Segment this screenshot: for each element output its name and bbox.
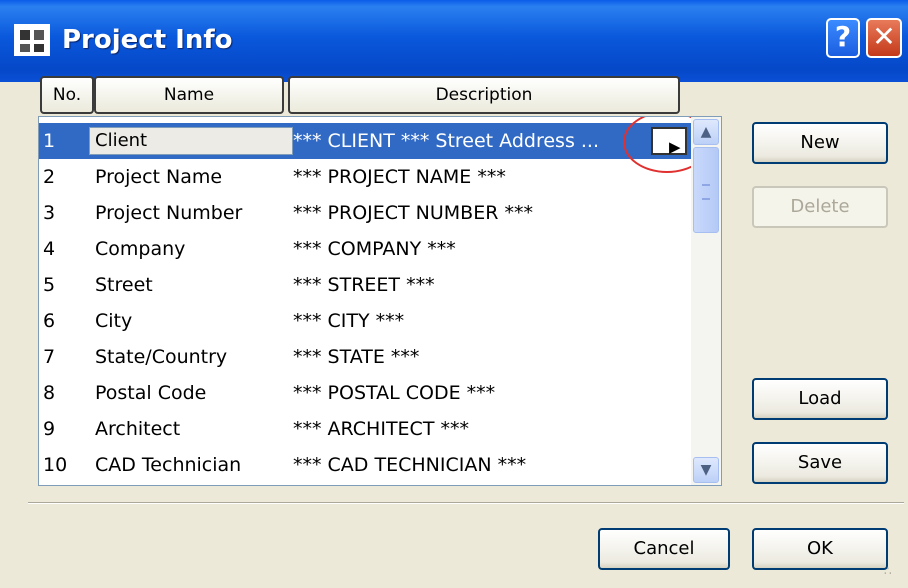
close-button[interactable]: ✕: [866, 18, 902, 58]
window-title: Project Info: [62, 25, 233, 55]
table-row[interactable]: 2 Project Name *** PROJECT NAME ***: [39, 159, 691, 195]
table-row[interactable]: 8 Postal Code *** POSTAL CODE ***: [39, 375, 691, 411]
chevron-down-icon: ▼: [700, 462, 712, 478]
row-number: 9: [43, 418, 56, 440]
row-description: *** PROJECT NAME ***: [293, 166, 506, 188]
close-icon: ✕: [872, 20, 896, 53]
project-info-list[interactable]: 1 Client *** CLIENT *** Street Address .…: [38, 116, 722, 486]
row-number: 3: [43, 202, 56, 224]
row-name: Street: [95, 274, 153, 296]
chevron-up-icon: ▲: [700, 124, 712, 140]
row-description: *** PROJECT NUMBER ***: [293, 202, 533, 224]
column-header-no[interactable]: No.: [40, 76, 94, 114]
resize-grip-icon[interactable]: ∴: [884, 564, 904, 584]
row-description: *** ARCHITECT ***: [293, 418, 469, 440]
table-row[interactable]: 1 Client *** CLIENT *** Street Address .…: [39, 117, 711, 173]
project-info-dialog: Project Info ? ✕ No. Name Description 1 …: [0, 0, 908, 588]
row-name: Postal Code: [95, 382, 207, 404]
divider: [28, 502, 904, 504]
new-button[interactable]: New: [752, 122, 888, 164]
row-name: Project Name: [95, 166, 223, 188]
table-row[interactable]: 5 Street *** STREET ***: [39, 267, 691, 303]
row-description: *** STATE ***: [293, 346, 420, 368]
row-number: 7: [43, 346, 56, 368]
column-header-description[interactable]: Description: [288, 76, 680, 114]
project-info-icon: [14, 24, 50, 56]
row-number: 1: [43, 130, 56, 152]
save-button[interactable]: Save: [752, 442, 888, 484]
ok-button[interactable]: OK: [752, 528, 888, 570]
delete-button[interactable]: Delete: [752, 186, 888, 228]
table-row[interactable]: 7 State/Country *** STATE ***: [39, 339, 691, 375]
row-description: *** COMPANY ***: [293, 238, 456, 260]
row-name: City: [95, 310, 133, 332]
row-description: *** POSTAL CODE ***: [293, 382, 496, 404]
row-description: *** STREET ***: [293, 274, 435, 296]
title-bar: Project Info ? ✕: [0, 0, 908, 82]
scroll-down-button[interactable]: ▼: [693, 457, 719, 483]
table-row[interactable]: 3 Project Number *** PROJECT NUMBER ***: [39, 195, 691, 231]
row-name: Company: [95, 238, 186, 260]
cancel-button[interactable]: Cancel: [598, 528, 730, 570]
row-number: 5: [43, 274, 56, 296]
row-description: *** CAD TECHNICIAN ***: [293, 454, 527, 476]
table-row[interactable]: 6 City *** CITY ***: [39, 303, 691, 339]
row-description: *** CLIENT *** Street Address ...: [293, 130, 599, 152]
row-number: 2: [43, 166, 56, 188]
row-number: 4: [43, 238, 56, 260]
load-button[interactable]: Load: [752, 378, 888, 420]
row-number: 10: [43, 454, 68, 476]
row-name: State/Country: [95, 346, 228, 368]
row-name: Project Number: [95, 202, 243, 224]
scrollbar-thumb[interactable]: [693, 147, 719, 233]
table-row[interactable]: 9 Architect *** ARCHITECT ***: [39, 411, 691, 447]
row-number: 8: [43, 382, 56, 404]
row-name: Architect: [95, 418, 181, 440]
grip-icon: [702, 184, 710, 200]
row-name: CAD Technician: [95, 454, 242, 476]
table-row[interactable]: 10 CAD Technician *** CAD TECHNICIAN ***: [39, 447, 691, 483]
name-edit-field[interactable]: Client: [89, 127, 293, 155]
table-row[interactable]: 4 Company *** COMPANY ***: [39, 231, 691, 267]
row-description: *** CITY ***: [293, 310, 405, 332]
vertical-scrollbar[interactable]: ▲ ▼: [691, 117, 721, 485]
row-number: 6: [43, 310, 56, 332]
help-button[interactable]: ?: [826, 18, 860, 58]
column-header-name[interactable]: Name: [94, 76, 284, 114]
scroll-up-button[interactable]: ▲: [693, 119, 719, 145]
